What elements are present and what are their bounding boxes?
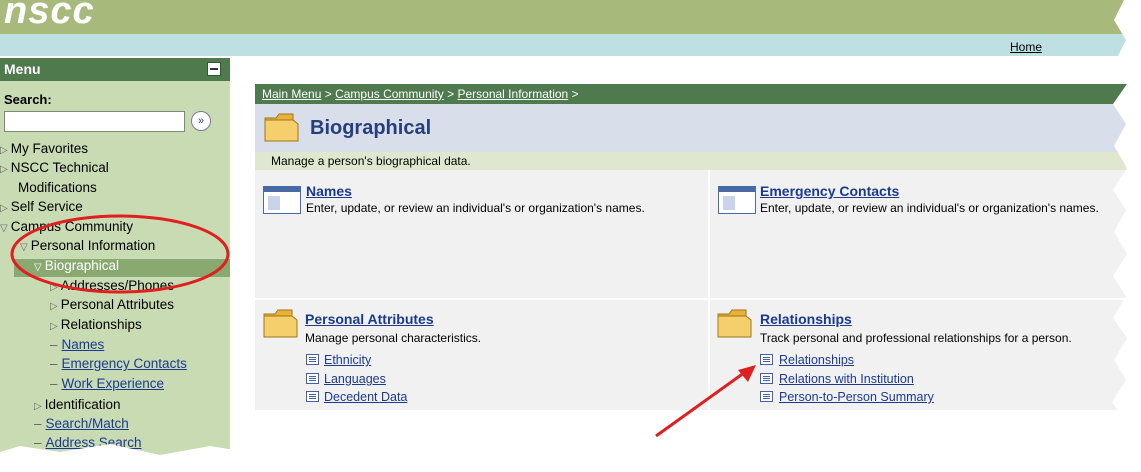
- torn-edge-overlay: [0, 0, 1141, 472]
